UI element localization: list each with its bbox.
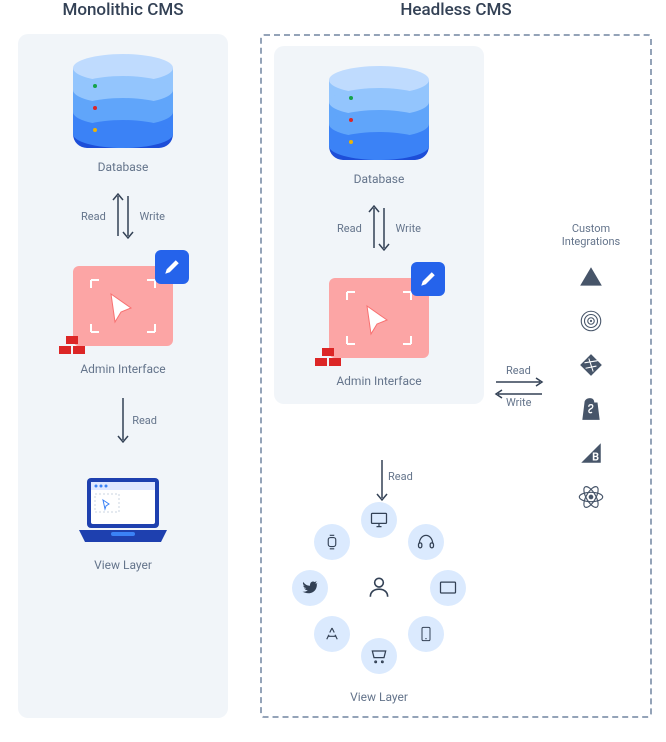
left-panel: Database Read Write [18,34,228,718]
read-label: Read [337,222,362,235]
cart-icon [361,638,397,674]
read-label2: Read [132,414,157,427]
admin-interface-icon [319,268,439,368]
monitor-icon [430,570,466,606]
headset-icon [408,524,444,560]
database-icon [73,54,173,154]
vercel-icon [576,262,606,292]
right-container: Database Read Write [260,34,652,718]
view-layer-circle [284,502,474,692]
phone-icon [408,616,444,652]
appstore-icon [314,616,350,652]
h-write: Write [506,396,531,409]
read-label3: Read [388,470,413,483]
admin-label: Admin Interface [284,374,474,388]
netlify-icon [576,350,606,380]
left-title: Monolithic CMS [18,0,228,20]
circleci-icon [576,306,606,336]
write-label: Write [140,210,165,223]
integrations-label: Custom Integrations [546,222,636,248]
read-label: Read [81,210,106,223]
right-title: Headless CMS [260,0,652,20]
bigcommerce-icon: B [576,438,606,468]
h-read: Read [506,364,531,377]
person-icon [366,574,392,604]
admin-label: Admin Interface [28,362,218,376]
database-label: Database [28,160,218,174]
laptop-icon [73,472,173,552]
right-panel: Database Read Write [274,46,484,404]
database-label: Database [284,172,474,186]
react-icon [576,482,606,512]
twitter-icon [292,570,328,606]
write-label: Write [396,222,421,235]
edit-icon [411,262,445,296]
svg-text:B: B [592,451,599,464]
watch-icon [314,524,350,560]
admin-interface-icon [63,256,183,356]
view-label: View Layer [284,690,474,704]
desktop-icon [361,502,397,538]
database-icon [329,66,429,166]
view-label: View Layer [28,558,218,572]
shopify-icon [576,394,606,424]
edit-icon [155,250,189,284]
